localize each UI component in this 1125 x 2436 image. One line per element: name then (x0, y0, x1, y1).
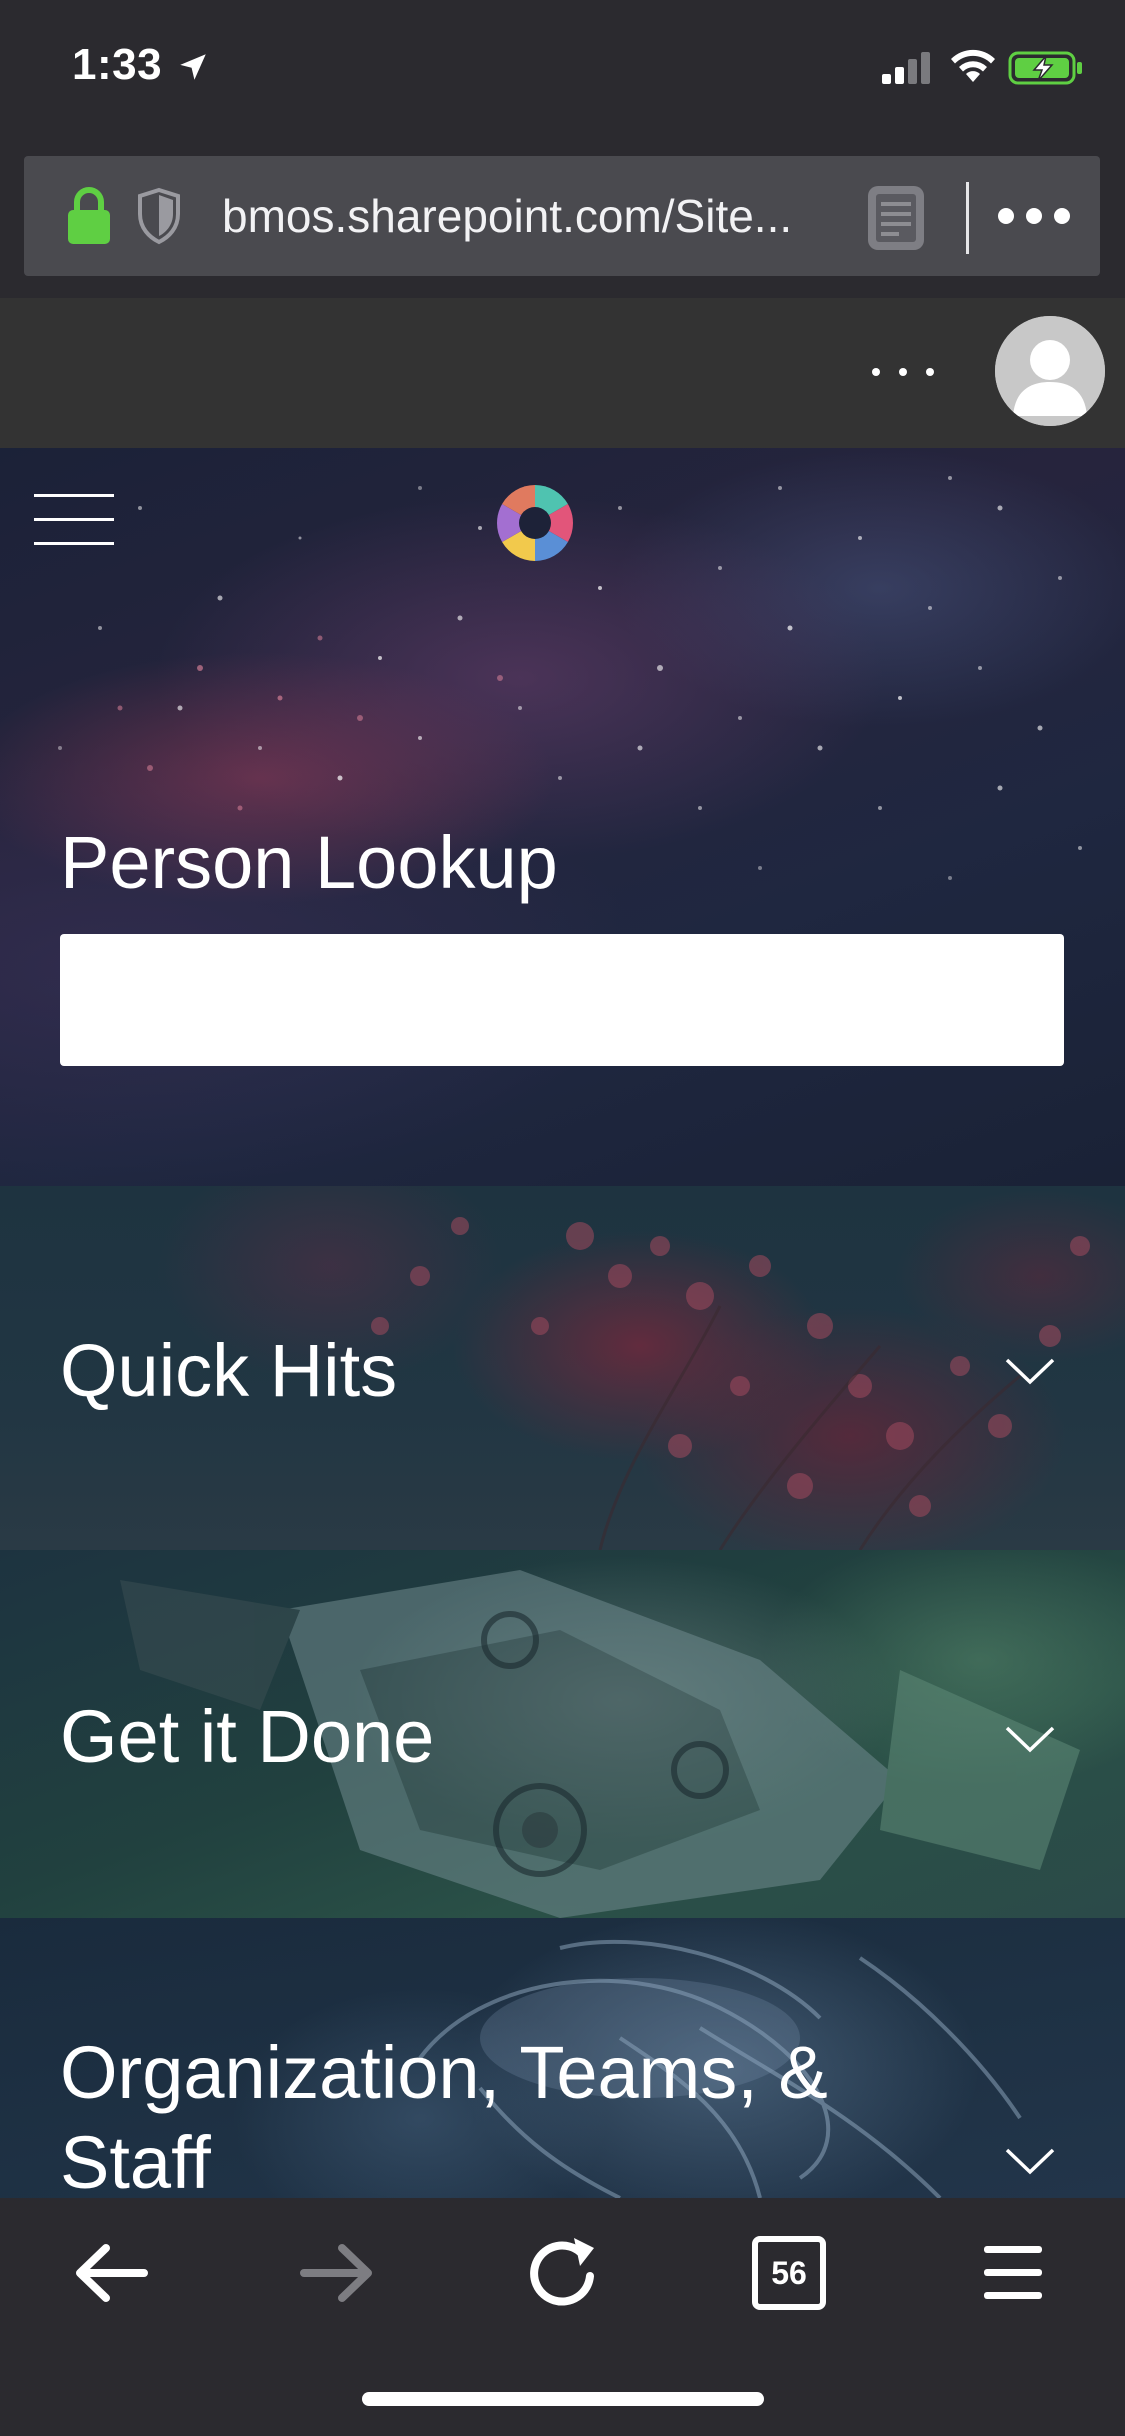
battery-charging-icon (1008, 51, 1082, 85)
hamburger-icon[interactable] (34, 492, 114, 548)
lock-icon (68, 187, 110, 244)
back-arrow-icon[interactable] (66, 2228, 156, 2318)
section-title: Organization, Teams, & Staff (60, 2031, 828, 2198)
person-lookup-input[interactable] (60, 934, 1064, 1066)
status-bar: 1:33 (0, 0, 1125, 150)
home-indicator (362, 2392, 764, 2406)
section-quick-hits[interactable]: Quick Hits (0, 1186, 1125, 1550)
tracking-shield-icon[interactable] (134, 186, 184, 246)
location-arrow-icon (180, 54, 206, 80)
person-placeholder-icon (995, 316, 1105, 426)
section-title: Quick Hits (60, 1329, 398, 1412)
person-lookup-title: Person Lookup (60, 821, 558, 904)
chevron-down-icon[interactable] (1004, 2146, 1056, 2176)
section-get-it-done[interactable]: Get it Done (0, 1550, 1125, 1918)
section-title: Get it Done (60, 1695, 435, 1778)
signal-icon (882, 52, 930, 84)
url-divider (966, 182, 969, 254)
hero-banner: Person Lookup (0, 448, 1125, 1186)
section-organization-teams-staff[interactable]: Organization, Teams, & Staff (0, 1918, 1125, 2198)
reader-view-icon[interactable] (864, 182, 928, 254)
suite-bar (0, 298, 1125, 448)
chevron-down-icon[interactable] (1004, 1724, 1056, 1754)
more-icon[interactable] (868, 352, 938, 392)
reload-icon[interactable] (518, 2228, 608, 2318)
url-bar[interactable]: bmos.sharepoint.com/Site... (24, 156, 1100, 276)
wifi-icon (951, 49, 995, 82)
chevron-down-icon[interactable] (1004, 1356, 1056, 1386)
url-text[interactable]: bmos.sharepoint.com/Site... (222, 186, 862, 246)
site-logo[interactable] (494, 482, 576, 564)
status-time: 1:33 (72, 40, 163, 89)
tab-count: 56 (752, 2236, 826, 2310)
avatar[interactable] (995, 316, 1105, 426)
tabs-icon[interactable]: 56 (744, 2228, 834, 2318)
menu-icon[interactable] (968, 2228, 1058, 2318)
page-actions-icon[interactable] (994, 196, 1074, 236)
forward-arrow-icon[interactable] (292, 2228, 382, 2318)
